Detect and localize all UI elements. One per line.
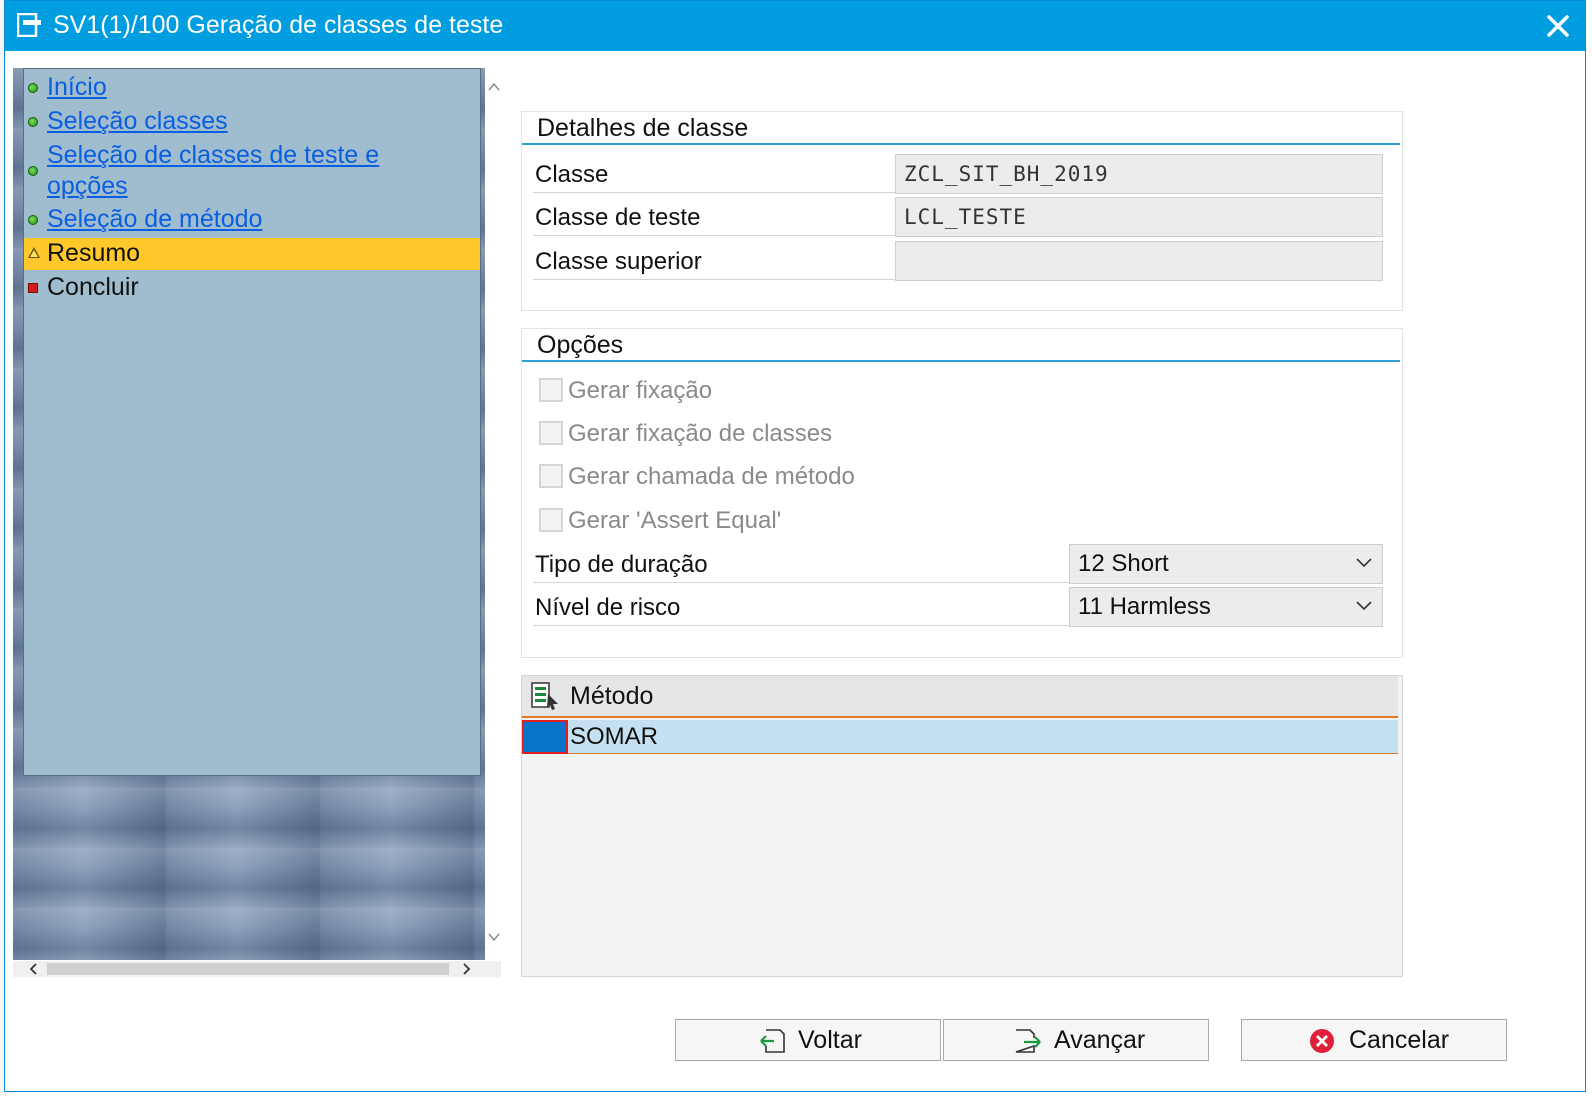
back-icon [760, 1029, 785, 1053]
step-selecao-metodo[interactable]: Seleção de método [24, 204, 480, 235]
scroll-up-icon[interactable] [487, 80, 501, 94]
step-selecao-classes[interactable]: Seleção classes [24, 106, 480, 137]
next-label: Avançar [1054, 1026, 1146, 1054]
step-link[interactable]: Seleção classes [47, 107, 228, 135]
row-divider [533, 192, 895, 193]
step-list: Início Seleção classes Seleção de classe… [23, 68, 481, 776]
step-inicio[interactable]: Início [24, 72, 480, 103]
step-link-continued[interactable]: opções [47, 172, 128, 200]
column-header-method[interactable]: Método [570, 682, 653, 711]
generate-method-call-label: Gerar chamada de método [568, 463, 855, 490]
generate-assert-equal-checkbox[interactable] [539, 508, 563, 532]
forward-icon [1015, 1029, 1041, 1053]
status-green-icon [28, 215, 38, 225]
back-button[interactable]: Voltar [675, 1019, 941, 1061]
scrollbar-thumb[interactable] [47, 963, 449, 975]
scroll-right-icon[interactable] [459, 962, 473, 976]
row-selector[interactable] [522, 720, 568, 754]
group-title: Detalhes de classe [537, 114, 749, 142]
scroll-left-icon[interactable] [27, 962, 41, 976]
class-field[interactable]: ZCL_SIT_BH_2019 [895, 154, 1383, 194]
dialog-icon [17, 13, 41, 37]
risk-level-label: Nível de risco [535, 594, 681, 621]
cancel-label: Cancelar [1349, 1026, 1450, 1054]
group-title: Opções [537, 331, 624, 359]
window-title: SV1(1)/100 Geração de classes de teste [53, 11, 504, 39]
status-green-icon [28, 166, 38, 176]
step-selecao-classes-teste[interactable]: Seleção de classes de teste e opções [24, 140, 480, 202]
chevron-down-icon [1356, 601, 1372, 611]
method-table: Método SOMAR [521, 675, 1403, 977]
row-divider [533, 582, 1069, 583]
back-label: Voltar [798, 1026, 862, 1054]
class-label: Classe [535, 161, 609, 188]
step-resumo[interactable]: Resumo [24, 238, 480, 270]
generate-assert-equal-label: Gerar 'Assert Equal' [568, 507, 782, 534]
cancel-icon [1310, 1029, 1334, 1053]
duration-type-select[interactable]: 12 Short [1069, 544, 1383, 584]
chevron-down-icon [1356, 558, 1372, 568]
group-title-underline [522, 143, 1400, 145]
superclass-field[interactable] [895, 241, 1383, 281]
generate-fixture-checkbox[interactable] [539, 378, 563, 402]
scroll-down-icon[interactable] [487, 930, 501, 944]
warning-icon [28, 247, 40, 258]
step-concluir[interactable]: Concluir [24, 272, 480, 303]
superclass-label: Classe superior [535, 248, 702, 275]
select-columns-icon[interactable] [530, 680, 560, 712]
step-label: Resumo [47, 239, 141, 267]
step-link[interactable]: Seleção de método [47, 205, 262, 233]
generate-class-fixture-checkbox[interactable] [539, 421, 563, 445]
generate-method-call-checkbox[interactable] [539, 464, 563, 488]
test-class-field[interactable]: LCL_TESTE [895, 197, 1383, 237]
table-header: Método [522, 676, 1398, 718]
row-divider [533, 625, 1069, 626]
test-class-generation-dialog: SV1(1)/100 Geração de classes de teste I… [4, 0, 1586, 1092]
step-link[interactable]: Seleção de classes de teste e [47, 141, 379, 169]
status-green-icon [28, 83, 38, 93]
cancel-button[interactable]: Cancelar [1241, 1019, 1507, 1061]
step-navigation: Início Seleção classes Seleção de classe… [13, 68, 503, 978]
duration-type-label: Tipo de duração [535, 551, 708, 578]
row-divider [533, 235, 895, 236]
close-icon[interactable] [1545, 13, 1571, 39]
step-label: Concluir [47, 273, 139, 301]
risk-level-value: 11 Harmless [1078, 593, 1211, 620]
status-green-icon [28, 117, 38, 127]
generate-fixture-label: Gerar fixação [568, 377, 713, 404]
title-bar: SV1(1)/100 Geração de classes de teste [5, 1, 1585, 51]
row-divider [533, 279, 895, 280]
horizontal-scrollbar[interactable] [13, 961, 501, 977]
status-red-icon [28, 283, 38, 293]
generate-class-fixture-label: Gerar fixação de classes [568, 420, 833, 447]
test-class-label: Classe de teste [535, 204, 701, 231]
method-cell: SOMAR [570, 723, 659, 750]
step-link[interactable]: Início [47, 73, 107, 101]
duration-type-value: 12 Short [1078, 550, 1169, 577]
next-button[interactable]: Avançar [943, 1019, 1209, 1061]
risk-level-select[interactable]: 11 Harmless [1069, 587, 1383, 627]
table-row[interactable]: SOMAR [522, 720, 1398, 754]
group-title-underline [522, 360, 1400, 362]
